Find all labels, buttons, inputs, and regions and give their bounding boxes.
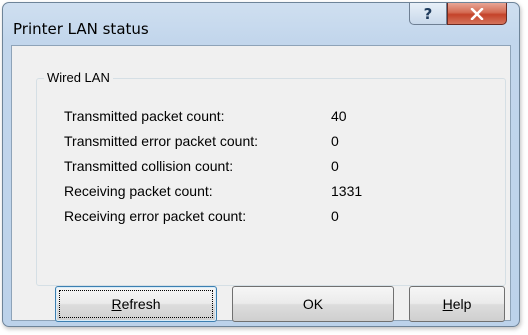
stat-value: 0 (331, 133, 339, 149)
question-mark-icon: ? (423, 4, 433, 23)
help-button-label: Help (442, 296, 472, 312)
stat-row-receiving-error: Receiving error packet count: 0 (64, 208, 364, 228)
refresh-button-label: Refresh (111, 296, 161, 312)
stat-value: 0 (331, 158, 339, 174)
ok-button[interactable]: OK (232, 286, 394, 322)
ok-button-label: OK (302, 296, 324, 312)
help-title-button[interactable]: ? (409, 3, 447, 25)
stat-label: Receiving error packet count: (64, 208, 247, 224)
stat-row-transmitted-error: Transmitted error packet count: 0 (64, 133, 364, 153)
stat-row-receiving-packet: Receiving packet count: 1331 (64, 183, 364, 203)
stat-label: Transmitted collision count: (64, 158, 234, 174)
stat-value: 40 (331, 108, 347, 124)
stat-value: 0 (331, 208, 339, 224)
dialog-client-area: Wired LAN Transmitted packet count: 40 T… (11, 45, 511, 321)
stat-label: Transmitted error packet count: (64, 133, 259, 149)
help-button[interactable]: Help (409, 286, 505, 322)
stat-row-transmitted-packet: Transmitted packet count: 40 (64, 108, 364, 128)
close-button[interactable] (447, 3, 507, 25)
stat-label: Transmitted packet count: (64, 108, 225, 124)
window-title: Printer LAN status (13, 20, 149, 38)
refresh-button[interactable]: Refresh (55, 286, 217, 322)
close-x-icon (470, 7, 484, 20)
stat-label: Receiving packet count: (64, 183, 213, 199)
stat-value: 1331 (331, 183, 363, 199)
stat-row-transmitted-collision: Transmitted collision count: 0 (64, 158, 364, 178)
dialog-window: Printer LAN status ? Wired LAN Transmitt… (2, 2, 520, 327)
title-bar[interactable]: Printer LAN status ? (3, 3, 519, 39)
groupbox-label: Wired LAN (44, 70, 113, 85)
